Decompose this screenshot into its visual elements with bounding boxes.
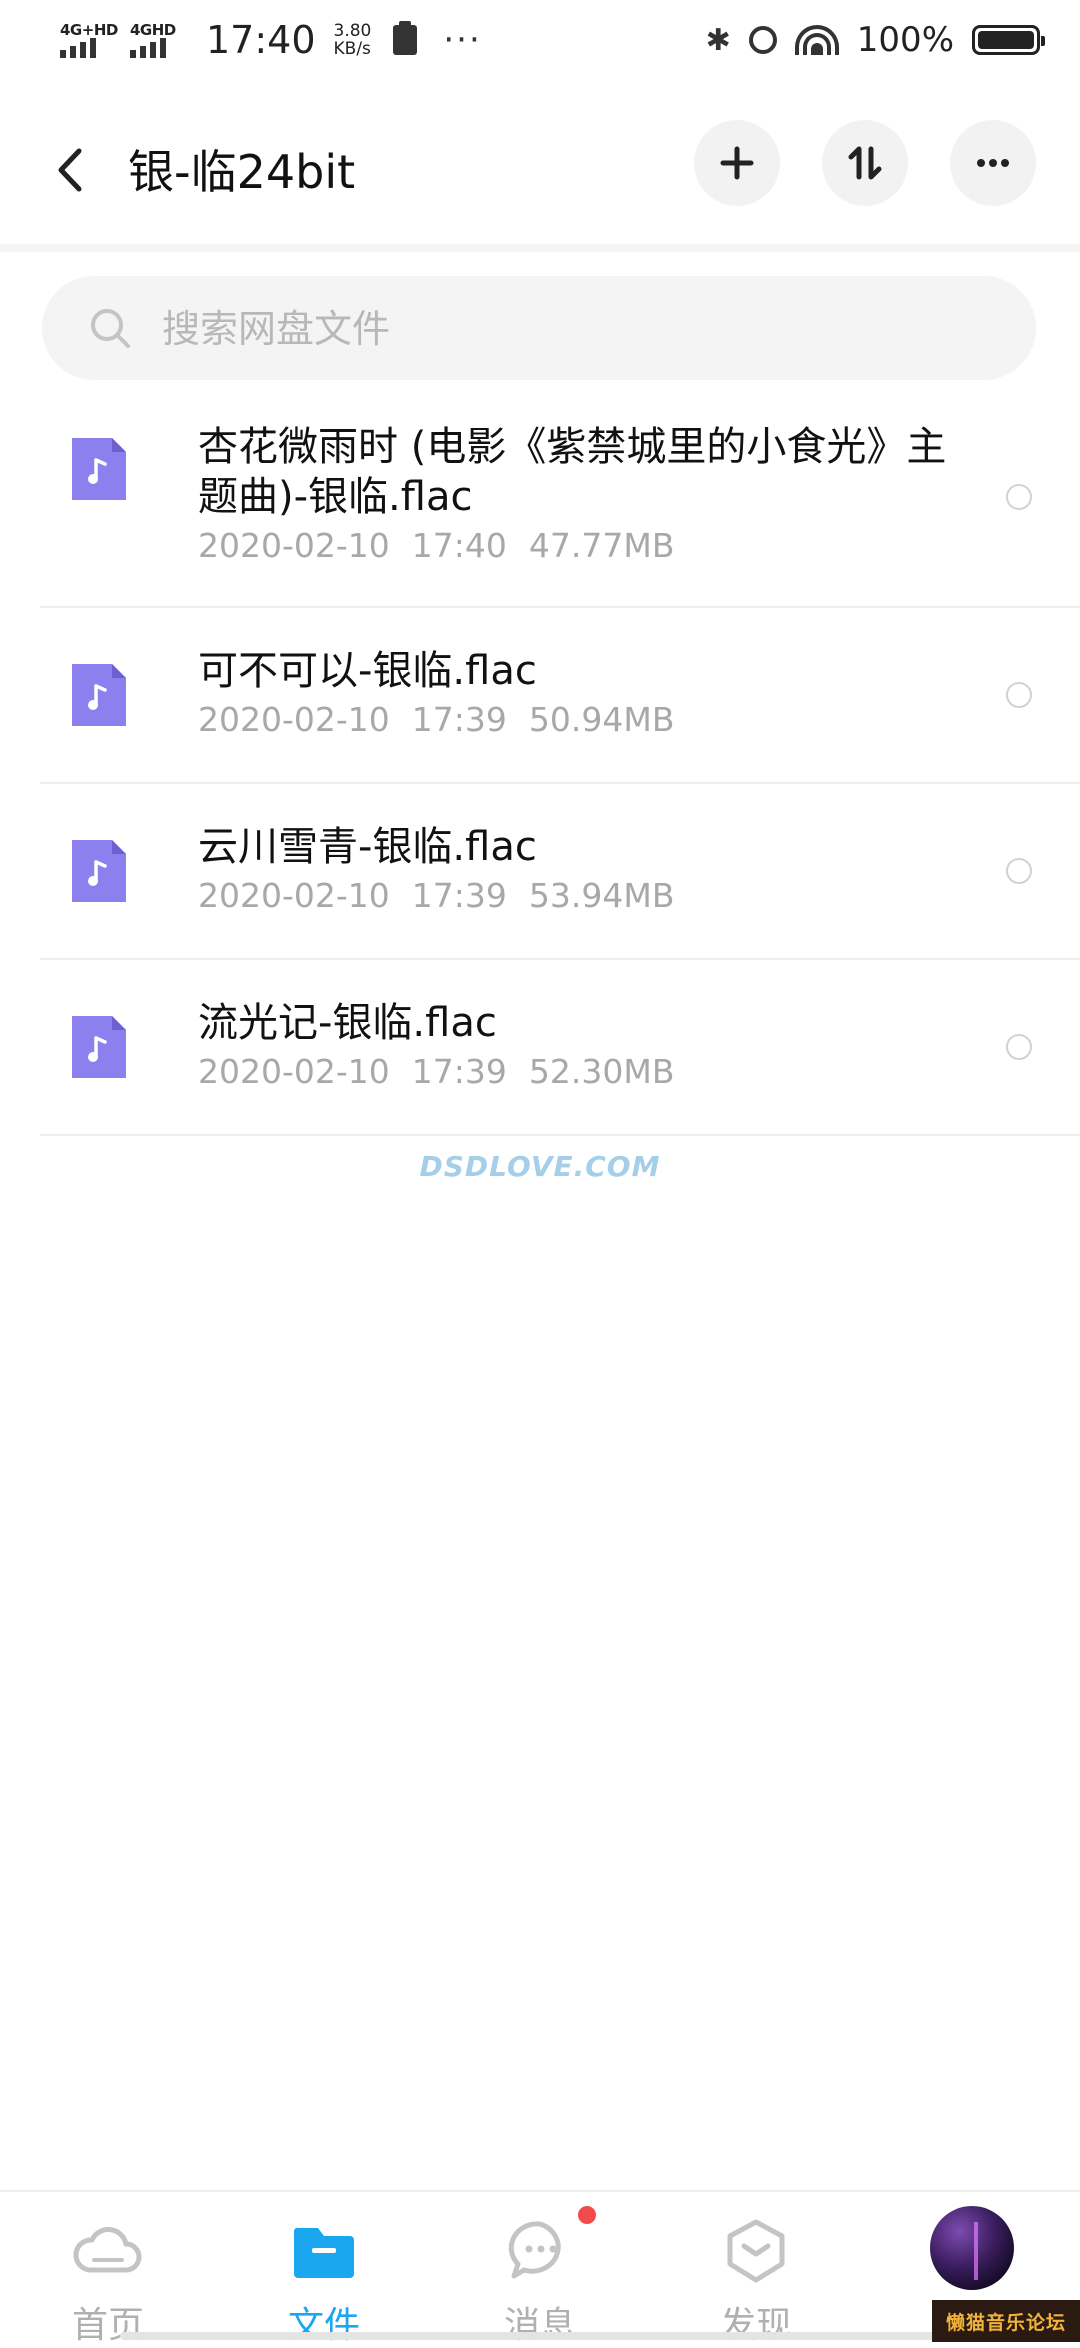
folder-icon [293, 2228, 354, 2278]
file-date: 2020-02-10 [198, 876, 390, 915]
file-meta: 2020-02-10 17:39 52.30MB [198, 1052, 696, 1091]
back-button[interactable] [50, 140, 90, 200]
tab-messages-label: 消息 [503, 2305, 576, 2346]
file-date: 2020-02-10 [198, 700, 390, 739]
file-name: 杏花微雨时 (电影《紫禁城里的小食光》主题曲)-银临.flac [198, 424, 947, 520]
tab-discover[interactable]: 发现 [648, 2192, 864, 2346]
file-name: 可不可以-银临.flac [198, 648, 537, 694]
audio-file-icon [72, 1016, 126, 1078]
file-list: 杏花微雨时 (电影《紫禁城里的小食光》主题曲)-银临.flac 2020-02-… [0, 384, 1080, 1136]
file-size: 52.30MB [528, 1052, 675, 1091]
file-name: 云川雪青-银临.flac [198, 824, 537, 870]
tab-home-label: 首页 [71, 2305, 144, 2346]
file-time: 17:39 [411, 1052, 507, 1091]
search-input[interactable] [160, 298, 964, 360]
file-time: 17:39 [411, 700, 507, 739]
notification-dot [578, 2206, 596, 2224]
file-time: 17:40 [411, 526, 507, 565]
select-radio[interactable] [1006, 1034, 1032, 1060]
sort-button[interactable] [822, 120, 908, 206]
header-divider [0, 244, 1080, 252]
file-meta: 2020-02-10 17:39 50.94MB [198, 700, 696, 739]
status-time: 17:40 [206, 18, 316, 62]
file-row[interactable]: 可不可以-银临.flac 2020-02-10 17:39 50.94MB [0, 608, 1080, 784]
network-type-1: 4G+HD [60, 21, 118, 39]
signal-bars-icon [60, 38, 96, 58]
plus-icon [720, 146, 754, 180]
select-radio[interactable] [1006, 682, 1032, 708]
tab-files-label: 文件 [287, 2305, 360, 2346]
speed-unit: KB/s [333, 39, 371, 59]
file-size: 50.94MB [528, 700, 675, 739]
alarm-icon [748, 26, 777, 54]
file-size: 53.94MB [528, 876, 675, 915]
tab-discover-label: 发现 [719, 2305, 792, 2346]
audio-file-icon [72, 840, 126, 902]
file-meta: 2020-02-10 17:39 53.94MB [198, 876, 696, 915]
file-size: 47.77MB [528, 526, 675, 565]
file-time: 17:39 [411, 876, 507, 915]
select-radio[interactable] [1006, 858, 1032, 884]
add-button[interactable] [694, 120, 780, 206]
wifi-icon [794, 25, 839, 55]
file-date: 2020-02-10 [198, 526, 390, 565]
signal-2: 4GHD [130, 22, 188, 58]
select-radio[interactable] [1006, 484, 1032, 510]
tab-files[interactable]: 文件 [216, 2192, 432, 2346]
signal-bars-icon [130, 38, 166, 58]
tab-messages[interactable]: 消息 [432, 2192, 648, 2346]
row-divider [40, 1134, 1080, 1136]
clipboard-icon [393, 21, 418, 55]
audio-file-icon [72, 438, 126, 500]
cloud-icon [73, 2227, 142, 2273]
file-row[interactable]: 杏花微雨时 (电影《紫禁城里的小食光》主题曲)-银临.flac 2020-02-… [0, 384, 1080, 608]
file-row[interactable]: 流光记-银临.flac 2020-02-10 17:39 52.30MB [0, 960, 1080, 1136]
battery-percent: 100% [856, 20, 954, 60]
discover-icon [727, 2219, 785, 2283]
status-bar: 4G+HD 4GHD 17:40 3.80 KB/s ··· ✱ 100% [0, 0, 1080, 84]
forum-watermark-badge: 懒猫音乐论坛 [932, 2300, 1080, 2342]
avatar[interactable] [930, 2206, 1014, 2290]
battery-icon [972, 25, 1045, 55]
home-indicator [120, 2332, 940, 2340]
file-date: 2020-02-10 [198, 1052, 390, 1091]
more-button[interactable] [950, 120, 1036, 206]
speed-value: 3.80 [333, 21, 372, 41]
network-speed: 3.80 KB/s [334, 22, 372, 58]
signal-1: 4G+HD [60, 22, 118, 58]
app-header: 银-临24bit [0, 100, 1080, 240]
bluetooth-icon: ✱ [705, 22, 731, 58]
chat-icon [508, 2221, 561, 2279]
more-icon [977, 159, 1009, 167]
bottom-nav: 首页 文件 消息 发现 懒猫音乐论坛 [0, 2190, 1080, 2346]
audio-file-icon [72, 664, 126, 726]
file-meta: 2020-02-10 17:40 47.77MB [198, 526, 696, 565]
search-bar[interactable] [42, 276, 1036, 380]
sort-icon [848, 146, 882, 180]
tab-home[interactable]: 首页 [0, 2192, 216, 2346]
watermark: DSDLOVE.COM [419, 1150, 661, 1183]
search-icon [91, 309, 130, 348]
file-name: 流光记-银临.flac [198, 1000, 497, 1046]
file-row[interactable]: 云川雪青-银临.flac 2020-02-10 17:39 53.94MB [0, 784, 1080, 960]
network-type-2: 4GHD [130, 21, 176, 39]
page-title: 银-临24bit [128, 145, 356, 199]
back-icon [58, 148, 82, 192]
status-more-icon: ··· [443, 20, 482, 60]
